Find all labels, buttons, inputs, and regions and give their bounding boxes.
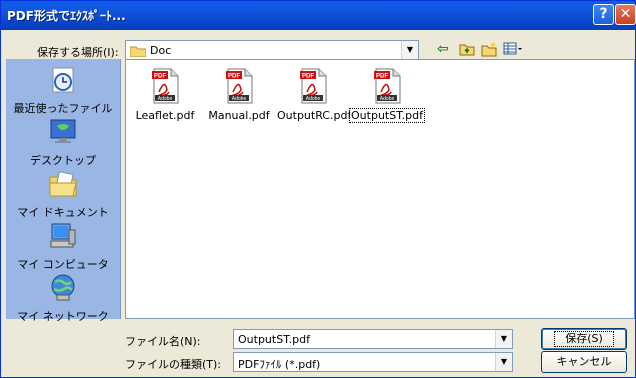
recent-icon bbox=[52, 67, 74, 93]
file-name: Manual.pdf bbox=[208, 109, 270, 122]
file-item[interactable]: PDF Adobe Manual.pdf bbox=[202, 68, 276, 122]
filename-input[interactable]: OutputST.pdf ▼ bbox=[233, 329, 513, 349]
up-folder-icon[interactable] bbox=[459, 41, 475, 57]
chevron-down-icon[interactable]: ▼ bbox=[495, 330, 512, 348]
title-bar[interactable]: PDF形式でｴｸｽﾎﾟｰﾄ... ? ✕ bbox=[1, 1, 636, 30]
place-my-network[interactable]: マイ ネットワーク bbox=[6, 269, 120, 324]
file-name: Leaflet.pdf bbox=[135, 109, 195, 122]
save-location-combo[interactable]: Doc ▼ bbox=[125, 40, 419, 60]
file-name: OutputRC.pdf bbox=[277, 109, 352, 122]
adobe-label: Adobe bbox=[158, 96, 173, 102]
place-desktop[interactable]: デスクトップ bbox=[6, 113, 120, 168]
my-network-icon bbox=[51, 274, 75, 301]
pdf-file-icon: PDF Adobe bbox=[152, 68, 179, 104]
pdf-badge: PDF bbox=[376, 74, 388, 80]
help-button[interactable]: ? bbox=[593, 4, 614, 25]
filetype-select[interactable]: PDFﾌｧｲﾙ (*.pdf) ▼ bbox=[233, 352, 513, 372]
pdf-badge: PDF bbox=[154, 74, 166, 80]
adobe-label: Adobe bbox=[380, 96, 395, 102]
file-name: OutputST.pdf bbox=[349, 108, 425, 123]
place-my-computer[interactable]: マイ コンピュータ bbox=[6, 217, 120, 272]
cancel-button[interactable]: キャンセル bbox=[541, 351, 627, 373]
pdf-file-icon: PDF Adobe bbox=[300, 68, 327, 104]
file-item[interactable]: PDF Adobe OutputRC.pdf bbox=[276, 68, 352, 122]
chevron-down-icon[interactable]: ▼ bbox=[495, 353, 512, 371]
my-computer-icon bbox=[50, 223, 76, 248]
filetype-label: ファイルの種類(T): bbox=[125, 358, 222, 371]
folder-icon bbox=[130, 46, 146, 57]
save-location-value: Doc bbox=[150, 44, 172, 57]
desktop-icon bbox=[50, 119, 76, 143]
save-dialog: PDF形式でｴｸｽﾎﾟｰﾄ... ? ✕ 保存する場所(I): Doc ▼ ⇦ … bbox=[0, 0, 636, 378]
place-my-documents[interactable]: マイ ドキュメント bbox=[6, 165, 120, 220]
save-button-label: 保存(S) bbox=[554, 331, 614, 347]
adobe-label: Adobe bbox=[232, 96, 247, 102]
filename-value: OutputST.pdf bbox=[238, 333, 310, 346]
places-bar: 最近使ったファイル デスクトップ マイ ドキュメント マイ コンピュータ マイ … bbox=[6, 59, 121, 323]
new-folder-icon[interactable] bbox=[481, 41, 497, 57]
pdf-badge: PDF bbox=[302, 74, 314, 80]
save-location-label: 保存する場所(I): bbox=[37, 46, 119, 59]
pdf-badge: PDF bbox=[228, 74, 240, 80]
file-list[interactable]: PDF Adobe Leaflet.pdf PDF Adobe Manual.p… bbox=[125, 59, 635, 319]
file-item[interactable]: PDF Adobe Leaflet.pdf bbox=[128, 68, 202, 122]
my-documents-icon bbox=[49, 171, 77, 197]
dialog-title: PDF形式でｴｸｽﾎﾟｰﾄ... bbox=[7, 9, 126, 23]
view-menu-icon[interactable] bbox=[503, 41, 523, 57]
filetype-value: PDFﾌｧｲﾙ (*.pdf) bbox=[238, 358, 321, 371]
close-button[interactable]: ✕ bbox=[615, 4, 636, 25]
place-recent[interactable]: 最近使ったファイル bbox=[6, 61, 120, 116]
file-item-selected[interactable]: PDF Adobe OutputST.pdf bbox=[349, 68, 425, 123]
adobe-label: Adobe bbox=[306, 96, 321, 102]
back-icon[interactable]: ⇦ bbox=[437, 41, 449, 57]
pdf-file-icon: PDF Adobe bbox=[226, 68, 253, 104]
place-label: マイ ネットワーク bbox=[17, 310, 109, 323]
pdf-file-icon: PDF Adobe bbox=[374, 68, 401, 104]
chevron-down-icon[interactable]: ▼ bbox=[401, 41, 418, 59]
filename-label: ファイル名(N): bbox=[125, 335, 201, 348]
save-button[interactable]: 保存(S) bbox=[541, 328, 627, 350]
